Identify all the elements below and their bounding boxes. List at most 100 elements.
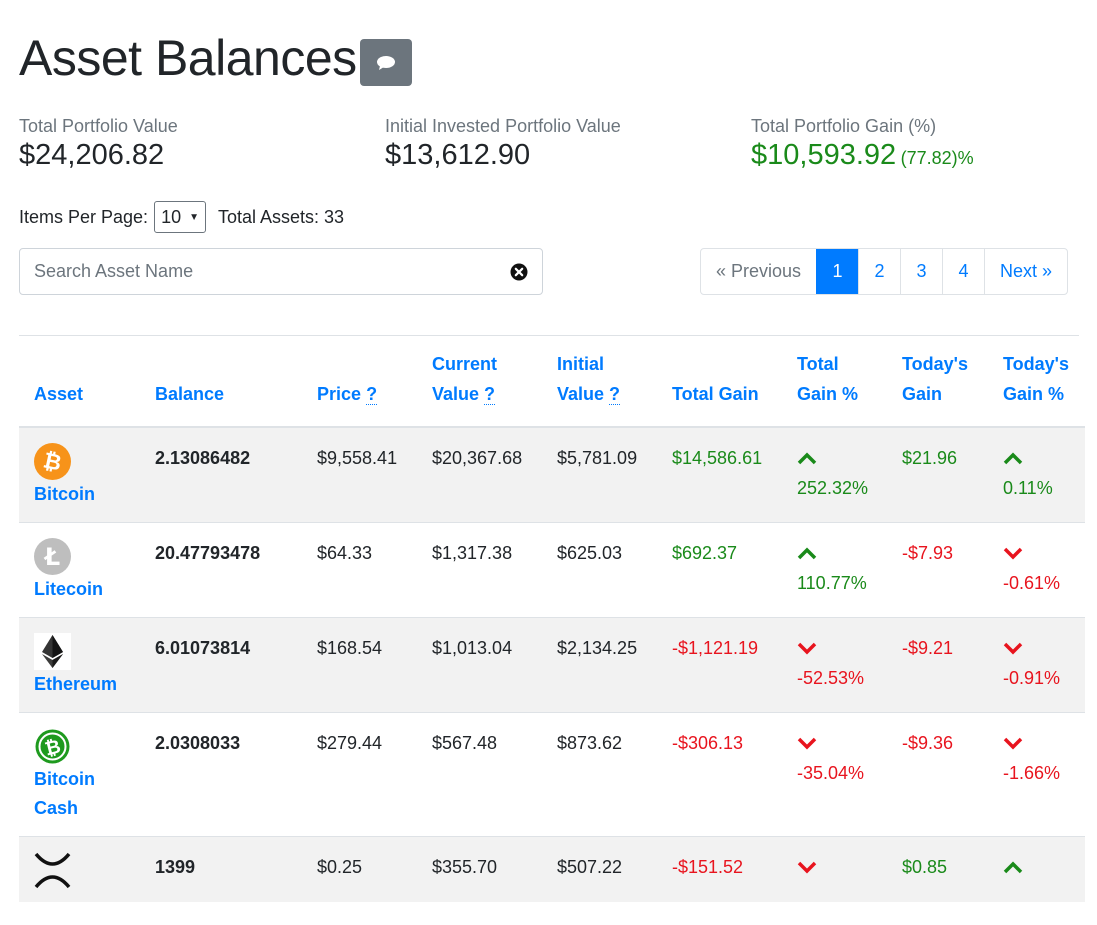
comment-button[interactable] bbox=[360, 39, 412, 86]
asset-table-container: Asset Balance Price ? Current Value ? Ini… bbox=[19, 335, 1085, 902]
bitcoin-cash-icon: ₿ bbox=[34, 728, 71, 765]
bottom-fade bbox=[0, 902, 1097, 925]
page-button-1[interactable]: 1 bbox=[816, 249, 859, 294]
search-input[interactable] bbox=[34, 261, 510, 282]
chevron-down-icon bbox=[797, 642, 817, 655]
page-title: Asset Balances bbox=[19, 30, 357, 86]
svg-text:Ł: Ł bbox=[43, 543, 60, 571]
balance-cell: 1399 bbox=[155, 857, 196, 877]
total-gain-pct-cell: 252.32% bbox=[782, 427, 887, 523]
asset-name-link[interactable]: Ethereum bbox=[34, 670, 125, 699]
chevron-down-icon bbox=[797, 861, 817, 874]
initial-value-cell: $507.22 bbox=[557, 857, 623, 877]
header-asset[interactable]: Asset bbox=[19, 336, 140, 428]
total-gain-cell: $14,586.61 bbox=[672, 448, 763, 468]
asset-name-link[interactable]: Litecoin bbox=[34, 575, 125, 604]
initial-portfolio-label: Initial Invested Portfolio Value bbox=[385, 116, 621, 136]
initial-value-cell: $5,781.09 bbox=[557, 448, 638, 468]
price-cell: $279.44 bbox=[317, 733, 383, 753]
chevron-up-icon bbox=[1003, 452, 1023, 465]
total-gain-pct-cell: -52.53% bbox=[782, 618, 887, 713]
items-per-page-value: 10 bbox=[161, 206, 182, 227]
price-cell: $168.54 bbox=[317, 638, 383, 658]
table-row: ₿ Bitcoin 2.13086482 $9,558.41 $20,367.6… bbox=[19, 427, 1085, 523]
items-per-page-label: Items Per Page: bbox=[19, 206, 149, 227]
todays-gain-pct-cell: 0.11% bbox=[988, 427, 1085, 523]
initial-portfolio-value: $13,612.90 bbox=[385, 139, 531, 171]
todays-gain-cell: -$9.21 bbox=[902, 638, 954, 658]
table-header-row: Asset Balance Price ? Current Value ? Ini… bbox=[19, 336, 1085, 428]
search-field[interactable] bbox=[19, 248, 543, 295]
total-gain-cell: -$306.13 bbox=[672, 733, 744, 753]
items-per-page-select[interactable]: 10 ▼ bbox=[154, 201, 206, 233]
price-cell: $64.33 bbox=[317, 543, 373, 563]
asset-cell: Ethereum bbox=[19, 618, 140, 713]
page-button-3[interactable]: 3 bbox=[900, 249, 942, 294]
chevron-down-icon bbox=[1003, 547, 1023, 560]
total-portfolio-summary: Total Portfolio Value $24,206.82 bbox=[19, 114, 178, 172]
total-assets-count: Total Assets: 33 bbox=[218, 206, 345, 227]
asset-cell bbox=[19, 837, 140, 903]
ethereum-icon bbox=[34, 633, 71, 670]
initial-value-help-mark[interactable]: ? bbox=[609, 384, 621, 405]
current-value-cell: $20,367.68 bbox=[432, 448, 523, 468]
todays-gain-pct-cell: -0.91% bbox=[988, 618, 1085, 713]
total-portfolio-value: $24,206.82 bbox=[19, 139, 165, 171]
table-row: ₿ Bitcoin Cash 2.0308033 $279.44 $567.48 … bbox=[19, 712, 1085, 837]
todays-gain-cell: $0.85 bbox=[902, 857, 948, 877]
asset-name-link[interactable]: Bitcoin Cash bbox=[34, 765, 125, 823]
table-row: 1399 $0.25 $355.70 $507.22 -$151.52 $0.8… bbox=[19, 836, 1085, 903]
todays-gain-cell: -$9.36 bbox=[902, 733, 954, 753]
previous-page-button[interactable]: « Previous bbox=[701, 249, 816, 294]
bitcoin-icon: ₿ bbox=[34, 443, 71, 480]
current-value-cell: $1,317.38 bbox=[432, 543, 513, 563]
comment-icon bbox=[377, 55, 395, 70]
todays-gain-pct-cell: -1.66% bbox=[988, 713, 1085, 837]
balance-cell: 2.0308033 bbox=[155, 733, 241, 753]
page-button-2[interactable]: 2 bbox=[858, 249, 900, 294]
current-value-cell: $567.48 bbox=[432, 733, 498, 753]
portfolio-gain-summary: Total Portfolio Gain (%) $10,593.92 (77.… bbox=[751, 114, 974, 172]
header-balance[interactable]: Balance bbox=[140, 336, 302, 428]
header-todays-gain[interactable]: Today's Gain bbox=[887, 336, 988, 428]
portfolio-gain-value: $10,593.92 bbox=[751, 139, 897, 171]
ripple-icon bbox=[34, 852, 71, 889]
header-todays-gain-pct[interactable]: Today's Gain % bbox=[988, 336, 1085, 428]
page-button-4[interactable]: 4 bbox=[942, 249, 984, 294]
header-initial-value[interactable]: Initial Value ? bbox=[542, 336, 657, 428]
asset-cell: ₿ Bitcoin Cash bbox=[19, 713, 140, 837]
table-row: Ł Litecoin 20.47793478 $64.33 $1,317.38 … bbox=[19, 522, 1085, 618]
caret-down-icon: ▼ bbox=[189, 211, 199, 223]
initial-value-cell: $2,134.25 bbox=[557, 638, 638, 658]
current-value-cell: $355.70 bbox=[432, 857, 498, 877]
chevron-up-icon bbox=[1003, 861, 1023, 874]
total-gain-pct-cell: -35.04% bbox=[782, 713, 887, 837]
next-page-button[interactable]: Next » bbox=[984, 249, 1067, 294]
pagination: « Previous 1 2 3 4 Next » bbox=[700, 248, 1069, 295]
asset-name-link[interactable]: Bitcoin bbox=[34, 480, 125, 509]
chevron-down-icon bbox=[1003, 737, 1023, 750]
portfolio-gain-line: $10,593.92 (77.82)% bbox=[751, 138, 974, 172]
price-cell: $9,558.41 bbox=[317, 448, 398, 468]
initial-value-cell: $873.62 bbox=[557, 733, 623, 753]
current-value-help-mark[interactable]: ? bbox=[484, 384, 496, 405]
chevron-up-icon bbox=[797, 452, 817, 465]
header-current-value[interactable]: Current Value ? bbox=[417, 336, 542, 428]
todays-gain-cell: -$7.93 bbox=[902, 543, 954, 563]
asset-cell: ₿ Bitcoin bbox=[19, 427, 140, 523]
clear-search-icon[interactable] bbox=[510, 263, 528, 281]
items-per-page-row: Items Per Page: 10 ▼ Total Assets: 33 bbox=[19, 201, 344, 233]
header-total-gain-pct[interactable]: Total Gain % bbox=[782, 336, 887, 428]
total-gain-cell: -$1,121.19 bbox=[672, 638, 759, 658]
header-price[interactable]: Price ? bbox=[302, 336, 417, 428]
table-row: Ethereum 6.01073814 $168.54 $1,013.04 $2… bbox=[19, 617, 1085, 713]
price-help-mark[interactable]: ? bbox=[366, 384, 378, 405]
balance-cell: 6.01073814 bbox=[155, 638, 251, 658]
total-gain-pct-cell: 110.77% bbox=[782, 523, 887, 618]
total-gain-cell: $692.37 bbox=[672, 543, 738, 563]
portfolio-gain-label: Total Portfolio Gain (%) bbox=[751, 116, 937, 136]
todays-gain-cell: $21.96 bbox=[902, 448, 958, 468]
asset-cell: Ł Litecoin bbox=[19, 523, 140, 618]
litecoin-icon: Ł bbox=[34, 538, 71, 575]
header-total-gain[interactable]: Total Gain bbox=[657, 336, 782, 428]
